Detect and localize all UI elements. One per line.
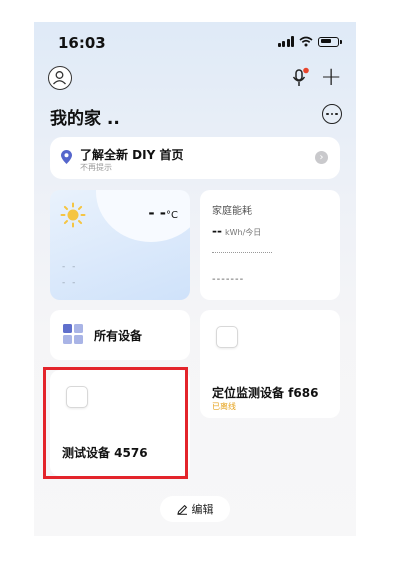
status-icons — [277, 36, 342, 47]
edit-button[interactable]: 编辑 — [160, 496, 230, 522]
sun-icon — [60, 202, 86, 228]
weather-line-2: - - — [62, 278, 78, 288]
energy-unit: kWh/今日 — [224, 228, 262, 237]
all-devices-card[interactable]: 所有设备 — [50, 310, 190, 360]
mic-icon — [292, 67, 309, 86]
dismiss-hint[interactable]: 不再提示 — [80, 162, 112, 173]
signal-icon — [277, 36, 294, 47]
device-icon — [216, 326, 238, 348]
voice-button[interactable] — [290, 67, 310, 89]
energy-chart-line — [212, 252, 272, 253]
banner-title: 了解全新 DIY 首页 — [80, 148, 184, 162]
status-bar: 16:03 — [34, 22, 356, 62]
battery-icon — [318, 36, 339, 47]
status-time: 16:03 — [58, 34, 106, 52]
home-title[interactable]: 我的家 .. — [50, 104, 120, 129]
user-icon — [53, 71, 66, 85]
device-name: 定位监测设备 f686 — [212, 386, 319, 400]
wifi-icon — [299, 36, 313, 47]
all-devices-label: 所有设备 — [94, 329, 143, 343]
location-pin-icon — [61, 150, 72, 164]
more-icon — [326, 112, 329, 116]
device-status: 已离线 — [212, 402, 236, 411]
temperature-unit: °C — [166, 210, 178, 221]
chevron-right-icon[interactable]: › — [315, 151, 328, 164]
weather-card[interactable]: - -°C - - - - — [50, 190, 190, 300]
energy-card[interactable]: 家庭能耗 -- kWh/今日 ------- — [200, 190, 340, 300]
pencil-icon — [176, 504, 187, 515]
energy-title: 家庭能耗 — [212, 206, 252, 217]
weather-line-1: - - — [62, 262, 78, 272]
highlight-box — [43, 367, 188, 479]
device-grid-icon — [63, 324, 83, 344]
temperature: - -°C — [148, 204, 178, 222]
diy-banner[interactable]: 了解全新 DIY 首页 不再提示 › — [50, 137, 340, 179]
device-card[interactable]: 定位监测设备 f686 已离线 — [200, 310, 340, 418]
edit-label: 编辑 — [191, 503, 214, 516]
add-button[interactable]: + — [320, 64, 342, 90]
more-options-button[interactable] — [322, 104, 342, 124]
energy-value: -- kWh/今日 — [212, 224, 262, 238]
avatar[interactable] — [48, 66, 72, 90]
energy-placeholder: ------- — [212, 274, 245, 285]
